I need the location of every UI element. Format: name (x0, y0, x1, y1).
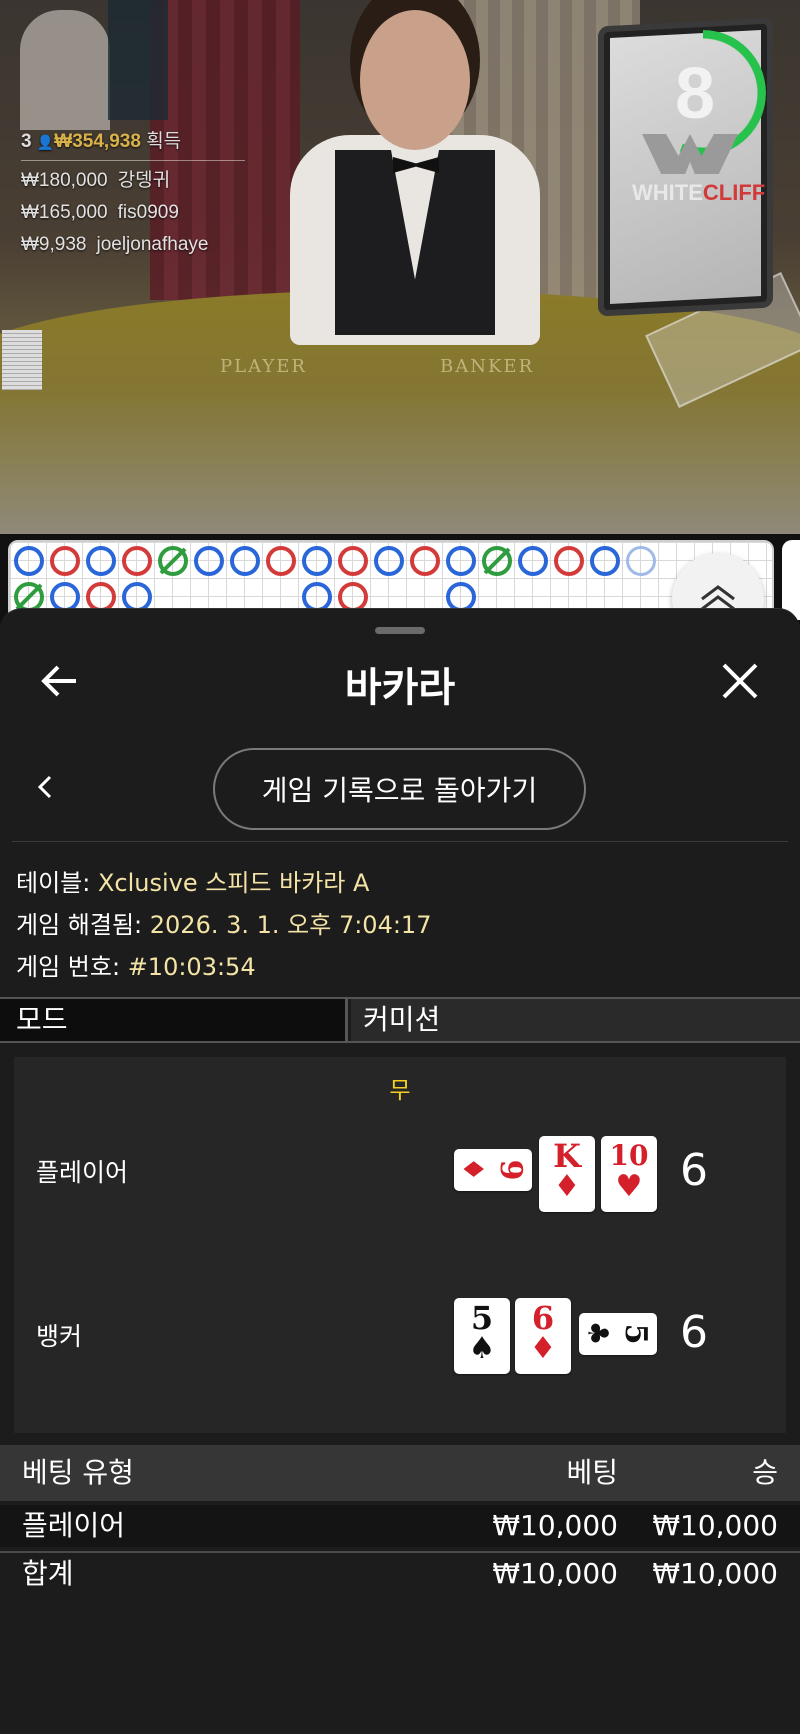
road-bead (50, 546, 80, 576)
road-bead (446, 546, 476, 576)
road-bead (14, 546, 44, 576)
player-score: 6 (680, 1145, 708, 1196)
arrow-left-icon (41, 665, 76, 697)
winner-row: ₩165,000 fis0909 (21, 202, 179, 223)
return-to-history-button[interactable]: 게임 기록으로 돌아가기 (213, 748, 586, 830)
banker-label: 뱅커 (36, 1322, 83, 1351)
game-number-info: 게임 번호: #10:03:54 (16, 953, 256, 981)
road-bead (86, 546, 116, 576)
road-bead (338, 546, 368, 576)
resolved-info: 게임 해결됨: 2026. 3. 1. 오후 7:04:17 (16, 911, 432, 939)
road-bead (302, 546, 332, 576)
tab-commission[interactable]: 커미션 (351, 999, 800, 1041)
live-video: PLAYER BANKER 8 WHITECLIFF 3 👤₩354,938 획… (0, 0, 800, 534)
road-bead (590, 546, 620, 576)
brand-logo: WHITECLIFF (632, 180, 766, 205)
winner-row: ₩9,938 joeljonafhaye (21, 234, 209, 255)
player-card: ♦ 9 (454, 1149, 532, 1191)
outcome-label: 무 (389, 1078, 411, 1104)
bets-table-header: 베팅 유형 베팅 승 (0, 1445, 800, 1501)
countdown-number: 8 (674, 54, 716, 134)
player-card: K ♦ (539, 1136, 595, 1212)
table-info: 테이블: Xclusive 스피드 바카라 A (16, 869, 370, 897)
background-screen (108, 0, 168, 120)
info-tabs: 모드 커미션 (0, 997, 800, 1043)
panel-title: 바카라 (344, 665, 456, 711)
card-deck (2, 330, 42, 390)
close-icon (722, 663, 758, 699)
close-button[interactable] (718, 659, 762, 703)
player-card: 10 ♥ (601, 1136, 657, 1212)
tab-mode[interactable]: 모드 (0, 999, 348, 1041)
road-bead (518, 546, 548, 576)
background-person (20, 10, 110, 130)
game-history-panel: 바카라 게임 기록으로 돌아가기 테이블: Xclusive 스피드 바카라 A… (0, 608, 800, 1734)
banker-card: ♣ 5 (579, 1313, 657, 1355)
felt-banker-label: BANKER (440, 356, 535, 377)
winner-row: ₩180,000 강뎅귀 (21, 170, 171, 191)
previous-button[interactable] (30, 769, 60, 805)
side-road (782, 540, 800, 620)
road-bead (410, 546, 440, 576)
felt-player-label: PLAYER (220, 356, 307, 377)
dealer-head (360, 10, 470, 150)
banker-score: 6 (680, 1307, 708, 1358)
winners-list: 3 👤₩354,938 획득 ₩180,000 강뎅귀 ₩165,000 fis09… (21, 126, 245, 261)
road-bead-next (626, 546, 656, 576)
winners-header: 3 👤₩354,938 획득 (21, 131, 182, 152)
player-label: 플레이어 (36, 1158, 129, 1187)
user-icon: 👤 (36, 134, 55, 150)
banker-card: 6 ♦ (515, 1298, 571, 1374)
road-bead (122, 546, 152, 576)
drag-handle[interactable] (375, 627, 425, 634)
road-bead (482, 546, 512, 576)
round-result: 무 플레이어 ♦ 9 K ♦ 10 ♥ 6 뱅커 5 ♠ 6 ♦ ♣ 5 6 (14, 1057, 786, 1433)
road-bead (194, 546, 224, 576)
road-bead (554, 546, 584, 576)
banker-card: 5 ♠ (454, 1298, 510, 1374)
road-bead (158, 546, 188, 576)
back-button[interactable] (38, 659, 82, 703)
road-bead (374, 546, 404, 576)
total-row: 합계 ₩10,000 ₩10,000 (0, 1551, 800, 1593)
table-row: 플레이어 ₩10,000 ₩10,000 (0, 1505, 800, 1547)
road-bead (230, 546, 260, 576)
road-bead (266, 546, 296, 576)
chevron-left-icon (37, 775, 52, 799)
